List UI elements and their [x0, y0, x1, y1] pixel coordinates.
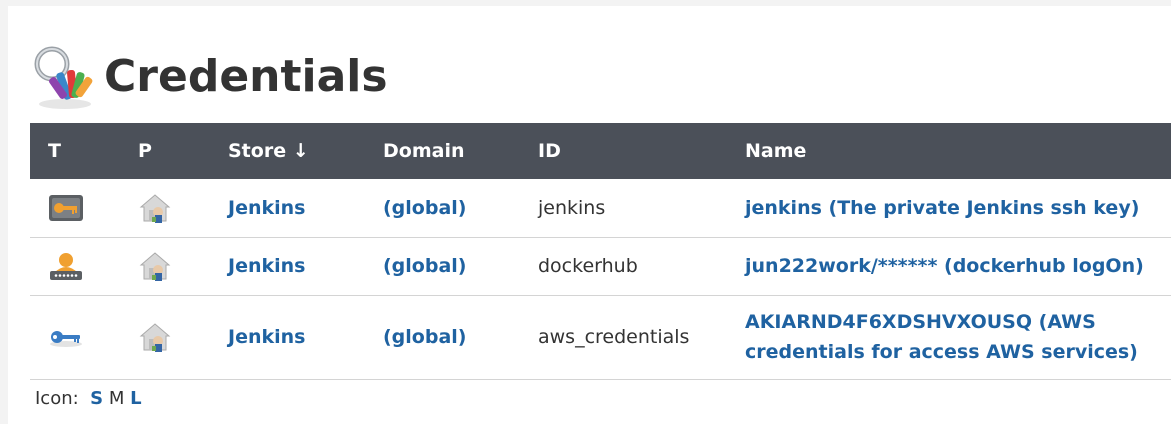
store-link[interactable]: Jenkins: [228, 326, 305, 348]
username-password-icon: [48, 251, 120, 281]
domain-link[interactable]: (global): [383, 326, 466, 348]
credentials-page: Credentials T P Store ↓ Domain ID Name J…: [8, 6, 1171, 424]
aws-key-icon: [48, 322, 120, 352]
type-cell: [30, 179, 120, 238]
jenkins-store-icon: [138, 249, 210, 283]
name-cell: jun222work/****** (dockerhub logOn): [727, 237, 1171, 296]
table-row: Jenkins (global) aws_credentials AKIARND…: [30, 295, 1171, 380]
table-row: Jenkins (global) dockerhub jun222work/**…: [30, 237, 1171, 296]
type-cell: [30, 295, 120, 380]
column-header-provider[interactable]: P: [120, 123, 210, 179]
name-cell: jenkins (The private Jenkins ssh key): [727, 179, 1171, 238]
store-cell: Jenkins: [210, 295, 365, 380]
provider-cell: [120, 179, 210, 238]
ssh-key-icon: [48, 193, 120, 223]
icon-size-medium-current: M: [108, 388, 125, 409]
credential-name-link[interactable]: AKIARND4F6XDSHVXOUSQ (AWS credentials fo…: [745, 307, 1171, 367]
credentials-table: T P Store ↓ Domain ID Name Jenkins (glob…: [30, 123, 1171, 380]
credential-id: jenkins: [538, 196, 606, 219]
provider-cell: [120, 295, 210, 380]
type-cell: [30, 237, 120, 296]
name-cell: AKIARND4F6XDSHVXOUSQ (AWS credentials fo…: [727, 295, 1171, 380]
id-cell: dockerhub: [520, 237, 727, 296]
page-title: Credentials: [104, 51, 388, 102]
jenkins-store-icon: [138, 191, 210, 225]
store-link[interactable]: Jenkins: [228, 255, 305, 277]
credential-name-link[interactable]: jun222work/****** (dockerhub logOn): [745, 251, 1156, 281]
column-header-name[interactable]: Name: [727, 123, 1171, 179]
column-header-domain[interactable]: Domain: [365, 123, 520, 179]
provider-cell: [120, 237, 210, 296]
store-link[interactable]: Jenkins: [228, 197, 305, 219]
table-header-row: T P Store ↓ Domain ID Name: [30, 123, 1171, 179]
icon-size-label: Icon:: [35, 388, 79, 409]
id-cell: jenkins: [520, 179, 727, 238]
icon-size-selector: Icon: S M L: [35, 388, 142, 409]
store-cell: Jenkins: [210, 179, 365, 238]
credential-name-link[interactable]: jenkins (The private Jenkins ssh key): [745, 193, 1151, 223]
icon-size-large-link[interactable]: L: [130, 388, 141, 409]
credential-id: aws_credentials: [538, 326, 690, 348]
icon-size-small-link[interactable]: S: [90, 388, 103, 409]
page-header: Credentials: [30, 42, 388, 112]
column-header-id[interactable]: ID: [520, 123, 727, 179]
jenkins-store-icon: [138, 320, 210, 354]
domain-cell: (global): [365, 179, 520, 238]
credential-id: dockerhub: [538, 255, 638, 277]
credentials-keys-icon: [30, 42, 100, 112]
domain-link[interactable]: (global): [383, 255, 466, 277]
domain-cell: (global): [365, 237, 520, 296]
domain-link[interactable]: (global): [383, 197, 466, 219]
store-cell: Jenkins: [210, 237, 365, 296]
column-header-type[interactable]: T: [30, 123, 120, 179]
domain-cell: (global): [365, 295, 520, 380]
table-row: Jenkins (global) jenkins jenkins (The pr…: [30, 179, 1171, 238]
column-header-store[interactable]: Store ↓: [210, 123, 365, 179]
id-cell: aws_credentials: [520, 295, 727, 380]
